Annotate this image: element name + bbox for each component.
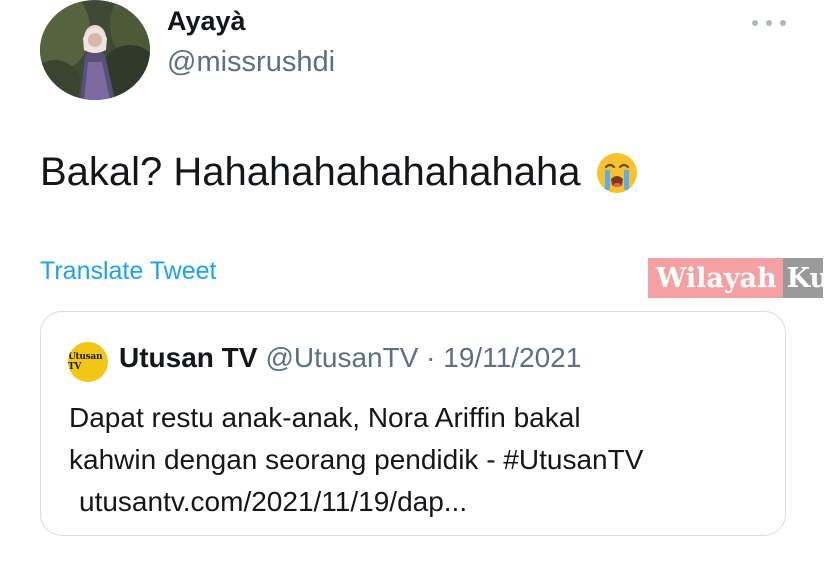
quoted-text-line: Dapat restu anak-anak, Nora Ariffin baka…: [69, 402, 581, 433]
tweet-text: Bakal? Hahahahahahahahaha: [40, 150, 639, 195]
tweet-text-content: Bakal? Hahahahahahahahaha: [40, 150, 581, 194]
display-name[interactable]: Ayayà: [167, 6, 246, 37]
translate-tweet-link[interactable]: Translate Tweet: [40, 257, 216, 286]
quoted-tweet-body: Dapat restu anak-anak, Nora Ariffin baka…: [69, 397, 769, 523]
quoted-handle-date: @UtusanTV · 19/11/2021: [265, 342, 582, 373]
profile-avatar[interactable]: [40, 0, 150, 100]
watermark: Wilayah Ku: [648, 258, 823, 298]
utusan-tv-logo-text: Utusan TV: [68, 352, 103, 372]
quoted-tweet-card[interactable]: Utusan TV Utusan TV @UtusanTV · 19/11/202…: [40, 311, 786, 536]
more-options-icon[interactable]: [752, 13, 786, 33]
watermark-text-cut: Ku: [782, 258, 823, 298]
user-handle[interactable]: @missrushdi: [167, 46, 335, 79]
quoted-tweet-header: Utusan TV @UtusanTV · 19/11/2021: [119, 342, 581, 374]
quoted-link[interactable]: utusantv.com/2021/11/19/dap...: [69, 481, 769, 523]
quoted-display-name[interactable]: Utusan TV: [119, 342, 257, 373]
loudly-crying-face-icon: [595, 151, 639, 195]
quoted-text-line: kahwin dengan seorang pendidik - #Utusan…: [69, 444, 644, 475]
utusan-tv-logo[interactable]: Utusan TV: [68, 342, 108, 382]
watermark-text: Wilayah: [648, 258, 783, 298]
